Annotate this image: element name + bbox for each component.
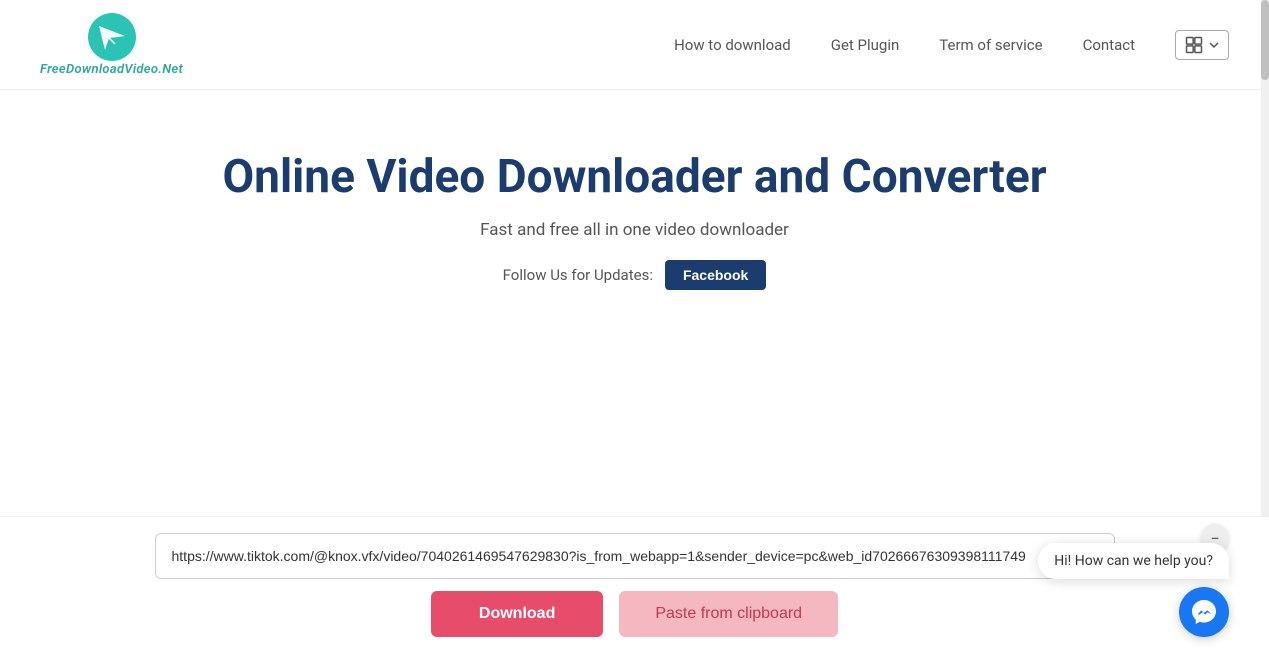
translate-icon [1184, 35, 1204, 55]
logo-text: FreeDownloadVideo.Net [40, 62, 183, 77]
header: FreeDownloadVideo.Net How to download Ge… [0, 0, 1269, 90]
nav-how-to-download[interactable]: How to download [674, 36, 791, 54]
url-input[interactable] [156, 534, 1114, 578]
nav-term-of-service[interactable]: Term of service [939, 36, 1042, 54]
chat-widget: Hi! How can we help you? [1038, 543, 1229, 637]
nav-contact[interactable]: Contact [1083, 36, 1135, 54]
logo-icon [87, 12, 137, 62]
follow-us-label: Follow Us for Updates: [503, 266, 653, 284]
action-buttons-row: Download Paste from clipboard [431, 591, 838, 637]
chevron-down-icon [1208, 39, 1220, 51]
url-input-container [155, 533, 1115, 579]
download-button[interactable]: Download [431, 591, 603, 637]
paste-button[interactable]: Paste from clipboard [619, 591, 838, 637]
facebook-button[interactable]: Facebook [665, 260, 766, 290]
chat-bubble: Hi! How can we help you? [1038, 543, 1229, 579]
page-title: Online Video Downloader and Converter [222, 150, 1046, 204]
main-nav: How to download Get Plugin Term of servi… [674, 30, 1229, 60]
logo-link[interactable]: FreeDownloadVideo.Net [40, 12, 183, 77]
follow-us-row: Follow Us for Updates: Facebook [503, 260, 767, 290]
chat-icon-button[interactable] [1179, 587, 1229, 637]
translate-button[interactable] [1175, 30, 1229, 60]
scrollbar-thumb[interactable] [1261, 0, 1269, 80]
messenger-icon [1190, 598, 1218, 626]
page-subtitle: Fast and free all in one video downloade… [480, 220, 789, 240]
main-content: Online Video Downloader and Converter Fa… [0, 90, 1269, 290]
nav-get-plugin[interactable]: Get Plugin [831, 36, 900, 54]
